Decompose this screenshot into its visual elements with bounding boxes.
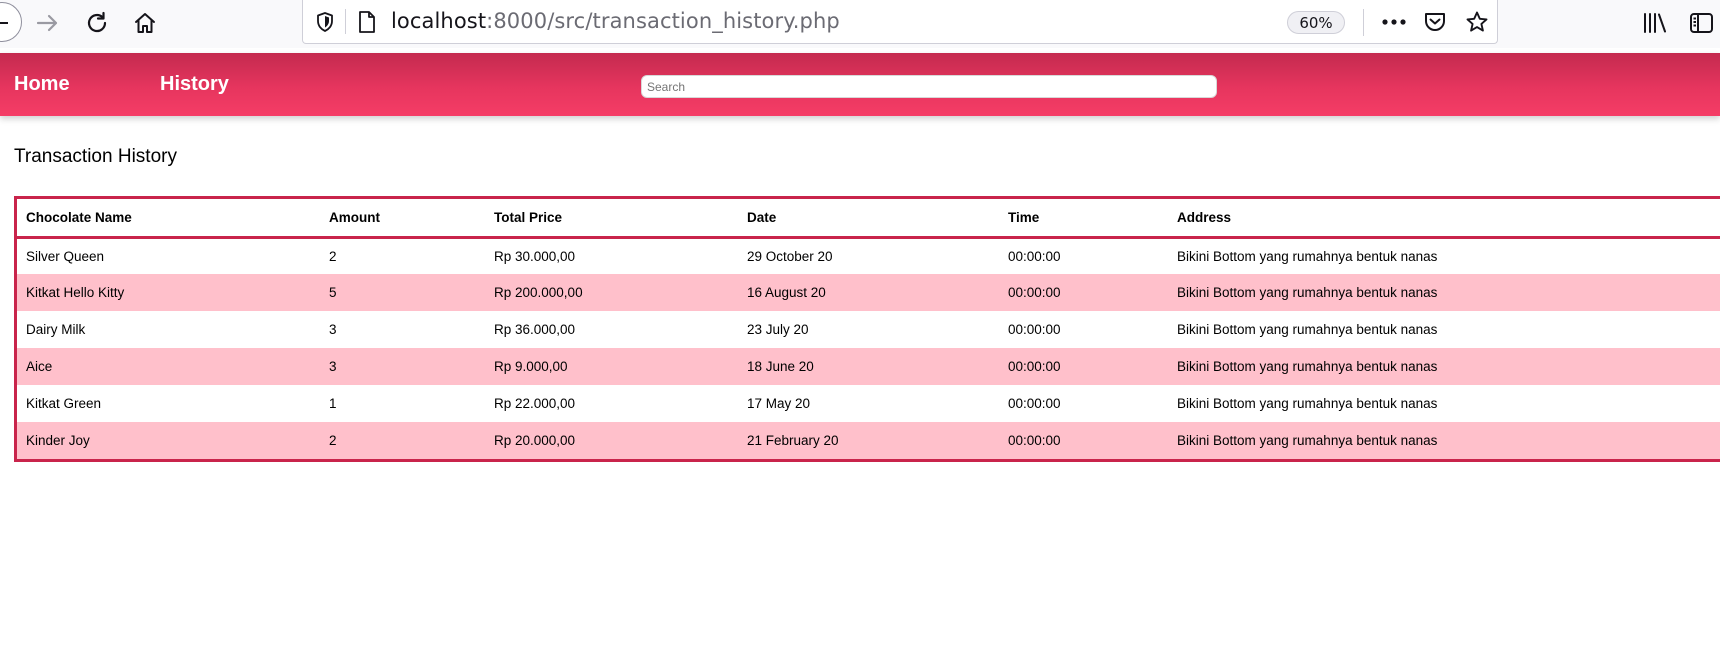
cell-time: 00:00:00 (1008, 248, 1061, 264)
cell-chocolate-name: Dairy Milk (26, 322, 86, 337)
cell-time: 00:00:00 (1008, 359, 1061, 374)
cell-total-price: Rp 9.000,00 (494, 359, 568, 374)
cell-chocolate-name: Kinder Joy (26, 433, 90, 448)
cell-chocolate-name: Silver Queen (26, 248, 105, 264)
reload-button[interactable] (82, 8, 112, 38)
back-button[interactable] (0, 2, 22, 42)
nav-home-link[interactable]: Home (14, 73, 70, 96)
url-path: :8000/src/transaction_history.php (486, 9, 840, 33)
cell-amount: 3 (329, 359, 337, 374)
table-row: Kinder Joy 2 Rp 20.000,00 21 February 20… (17, 422, 1720, 459)
back-icon (0, 22, 8, 24)
transaction-table: Chocolate Name Amount Total Price Date T… (17, 199, 1720, 459)
cell-date: 29 October 20 (747, 248, 833, 264)
nav-history-link[interactable]: History (160, 73, 229, 96)
cell-amount: 3 (329, 322, 337, 337)
address-bar[interactable]: localhost:8000/src/transaction_history.p… (302, 0, 1498, 44)
column-header-amount: Amount (329, 209, 380, 225)
cell-total-price: Rp 200.000,00 (494, 285, 583, 300)
column-header-chocolate-name: Chocolate Name (26, 209, 132, 225)
home-button[interactable] (130, 8, 160, 38)
table-row: Kitkat Green 1 Rp 22.000,00 17 May 20 00… (17, 385, 1720, 422)
cell-amount: 2 (329, 433, 337, 448)
search-input[interactable] (641, 75, 1217, 98)
column-header-time: Time (1008, 209, 1040, 225)
cell-time: 00:00:00 (1008, 322, 1061, 337)
table-row: Silver Queen 2 Rp 30.000,00 29 October 2… (17, 237, 1720, 274)
transaction-table-container: Chocolate Name Amount Total Price Date T… (14, 196, 1720, 462)
app-navbar: Home History (0, 53, 1720, 116)
table-row: Kitkat Hello Kitty 5 Rp 200.000,00 16 Au… (17, 274, 1720, 311)
cell-amount: 1 (329, 396, 337, 411)
star-icon[interactable] (1463, 8, 1491, 36)
table-header-row: Chocolate Name Amount Total Price Date T… (17, 199, 1720, 237)
url-divider (345, 9, 346, 34)
url-host: localhost (391, 9, 487, 33)
column-header-date: Date (747, 209, 777, 225)
cell-time: 00:00:00 (1008, 433, 1061, 448)
cell-date: 23 July 20 (747, 322, 809, 337)
cell-time: 00:00:00 (1008, 396, 1061, 411)
cell-address: Bikini Bottom yang rumahnya bentuk nanas (1177, 285, 1438, 300)
cell-chocolate-name: Kitkat Green (26, 396, 102, 411)
more-icon[interactable] (1379, 11, 1409, 33)
page-icon (355, 9, 379, 35)
cell-address: Bikini Bottom yang rumahnya bentuk nanas (1177, 396, 1438, 411)
browser-toolbar: localhost:8000/src/transaction_history.p… (0, 0, 1720, 48)
cell-address: Bikini Bottom yang rumahnya bentuk nanas (1177, 248, 1438, 264)
pocket-icon[interactable] (1421, 9, 1449, 35)
cell-total-price: Rp 36.000,00 (494, 322, 576, 337)
column-header-total-price: Total Price (494, 209, 563, 225)
table-row: Aice 3 Rp 9.000,00 18 June 20 00:00:00 B… (17, 348, 1720, 385)
cell-time: 00:00:00 (1008, 285, 1061, 300)
cell-address: Bikini Bottom yang rumahnya bentuk nanas (1177, 322, 1438, 337)
cell-total-price: Rp 30.000,00 (494, 248, 576, 264)
shield-icon[interactable] (313, 10, 337, 34)
cell-total-price: Rp 22.000,00 (494, 396, 576, 411)
cell-date: 21 February 20 (747, 433, 839, 448)
home-icon (135, 13, 155, 33)
table-row: Dairy Milk 3 Rp 36.000,00 23 July 20 00:… (17, 311, 1720, 348)
cell-date: 18 June 20 (747, 359, 814, 374)
reload-icon (87, 11, 107, 33)
cell-date: 17 May 20 (747, 396, 811, 411)
cell-chocolate-name: Aice (26, 359, 53, 374)
cell-amount: 5 (329, 285, 337, 300)
url-text[interactable]: localhost:8000/src/transaction_history.p… (391, 9, 840, 33)
cell-amount: 2 (329, 248, 337, 264)
forward-button[interactable] (33, 8, 63, 38)
url-divider (1363, 9, 1364, 36)
cell-date: 16 August 20 (747, 285, 826, 300)
zoom-level-button[interactable]: 60% (1287, 11, 1345, 34)
cell-chocolate-name: Kitkat Hello Kitty (26, 285, 125, 300)
column-header-address: Address (1177, 209, 1232, 225)
forward-icon (36, 14, 58, 32)
library-icon[interactable] (1640, 9, 1670, 37)
cell-address: Bikini Bottom yang rumahnya bentuk nanas (1177, 433, 1438, 448)
cell-total-price: Rp 20.000,00 (494, 433, 576, 448)
cell-address: Bikini Bottom yang rumahnya bentuk nanas (1177, 359, 1438, 374)
sidebar-icon[interactable] (1686, 9, 1716, 37)
page-title: Transaction History (14, 146, 177, 167)
